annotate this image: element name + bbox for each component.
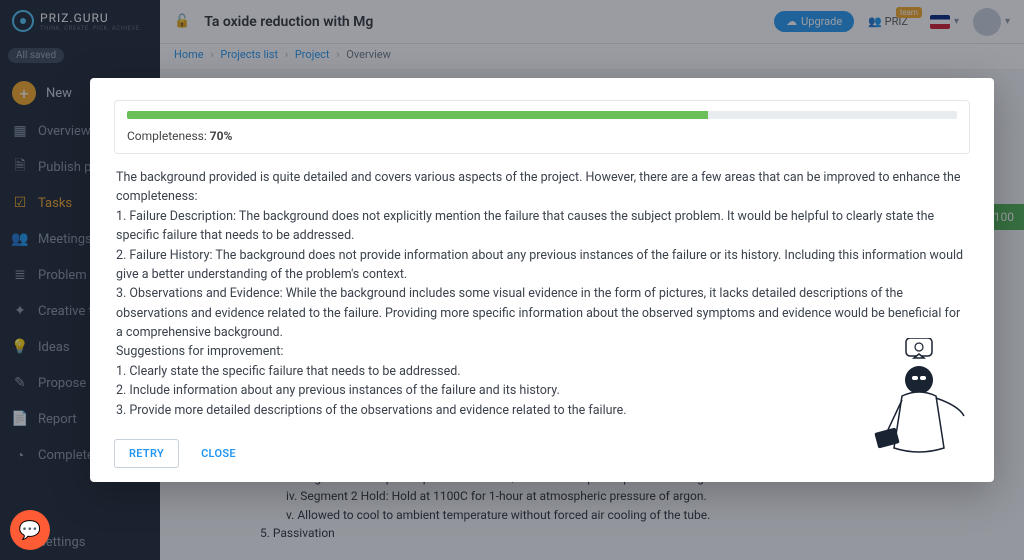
progress-label: Completeness: 70%	[127, 129, 957, 143]
progress-fill	[127, 111, 708, 119]
modal-body-line: 3. Provide more detailed descriptions of…	[116, 401, 970, 420]
modal-body-line: 1. Failure Description: The background d…	[116, 207, 970, 246]
progress-value: 70%	[210, 129, 233, 143]
completeness-modal: Completeness: 70% The background provide…	[90, 78, 994, 482]
progress-prefix: Completeness:	[127, 129, 210, 143]
modal-body: The background provided is quite detaile…	[114, 166, 970, 424]
modal-body-line: 1. Clearly state the specific failure th…	[116, 362, 970, 381]
chat-fab[interactable]: 💬	[10, 510, 50, 550]
close-button[interactable]: CLOSE	[191, 439, 246, 468]
modal-footer: RETRY CLOSE	[114, 427, 970, 468]
progress-card: Completeness: 70%	[114, 100, 970, 154]
modal-body-line: 2. Include information about any previou…	[116, 381, 970, 400]
modal-body-line: Suggestions for improvement:	[116, 342, 970, 361]
mascot-illustration	[864, 338, 974, 468]
chat-icon: 💬	[19, 520, 41, 541]
retry-button[interactable]: RETRY	[114, 439, 179, 468]
modal-body-line: 2. Failure History: The background does …	[116, 246, 970, 285]
modal-body-line: The background provided is quite detaile…	[116, 168, 970, 207]
modal-body-line: 3. Observations and Evidence: While the …	[116, 284, 970, 342]
progress-bar	[127, 111, 957, 119]
